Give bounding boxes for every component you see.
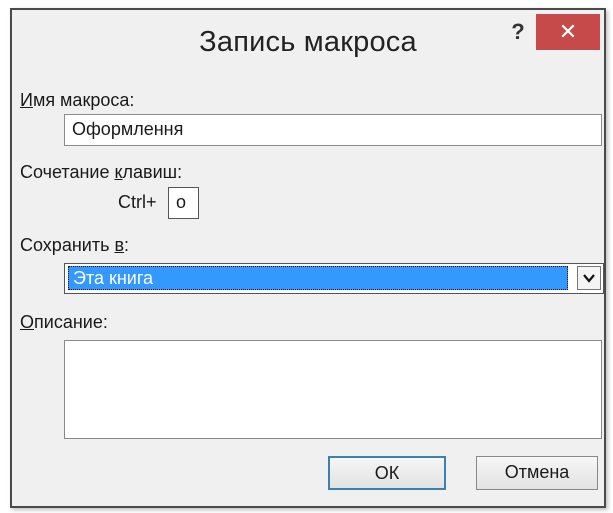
cancel-button[interactable]: Отмена bbox=[476, 456, 598, 490]
macro-name-input[interactable]: Оформлення bbox=[64, 114, 602, 146]
shortcut-label: Сочетание клавиш: bbox=[20, 162, 183, 182]
chevron-down-icon[interactable] bbox=[577, 266, 601, 290]
store-in-label: Сохранить в: bbox=[20, 235, 130, 255]
title-bar[interactable]: Запись макроса ? ✕ bbox=[12, 10, 604, 80]
description-label: Описание: bbox=[20, 312, 108, 332]
shortcut-key-input[interactable]: o bbox=[168, 187, 199, 219]
record-macro-dialog: Запись макроса ? ✕ Имя макроса: Оформлен… bbox=[10, 8, 606, 508]
macro-name-label: Имя макроса: bbox=[20, 90, 135, 110]
help-button[interactable]: ? bbox=[502, 16, 534, 48]
ctrl-prefix-label: Ctrl+ bbox=[118, 192, 157, 212]
ok-button[interactable]: ОК bbox=[328, 456, 446, 490]
close-button[interactable]: ✕ bbox=[536, 14, 600, 50]
store-in-selected-value: Эта книга bbox=[68, 266, 568, 290]
close-icon: ✕ bbox=[558, 19, 578, 44]
store-in-combobox[interactable]: Эта книга bbox=[64, 263, 604, 294]
description-textarea[interactable] bbox=[64, 340, 602, 439]
